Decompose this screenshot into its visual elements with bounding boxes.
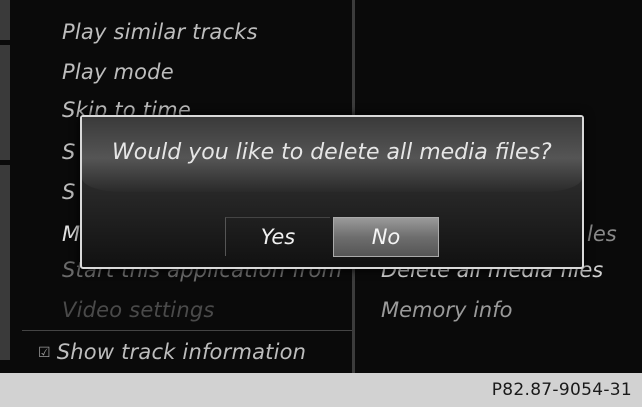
left-edge-bar — [0, 0, 10, 40]
checkbox-icon[interactable]: ☑ — [38, 345, 51, 361]
menu-item-play-similar[interactable]: Play similar tracks — [62, 20, 258, 44]
menu-item-show-track-info[interactable]: ☑ Show track information — [38, 340, 306, 364]
figure-caption: P82.87-9054-31 — [491, 380, 632, 400]
confirm-dialog: Would you like to delete all media files… — [80, 115, 584, 269]
yes-button[interactable]: Yes — [225, 217, 330, 256]
right-item-memory-info[interactable]: Memory info — [381, 298, 512, 322]
menu-item-obscured-1[interactable]: S — [62, 140, 76, 164]
right-item-partial: les — [587, 222, 617, 246]
dialog-message: Would you like to delete all media files… — [112, 140, 552, 165]
left-edge-bar — [0, 45, 10, 160]
left-edge-bar — [0, 165, 10, 360]
menu-item-obscured-3[interactable]: M — [62, 222, 80, 246]
media-screen: Play similar tracks Play mode Skip to ti… — [0, 0, 642, 373]
menu-item-obscured-2[interactable]: S — [62, 180, 76, 204]
menu-item-play-mode[interactable]: Play mode — [62, 60, 174, 84]
menu-item-video-settings: Video settings — [62, 298, 215, 322]
no-button[interactable]: No — [333, 217, 439, 257]
show-track-info-label: Show track information — [56, 340, 307, 364]
